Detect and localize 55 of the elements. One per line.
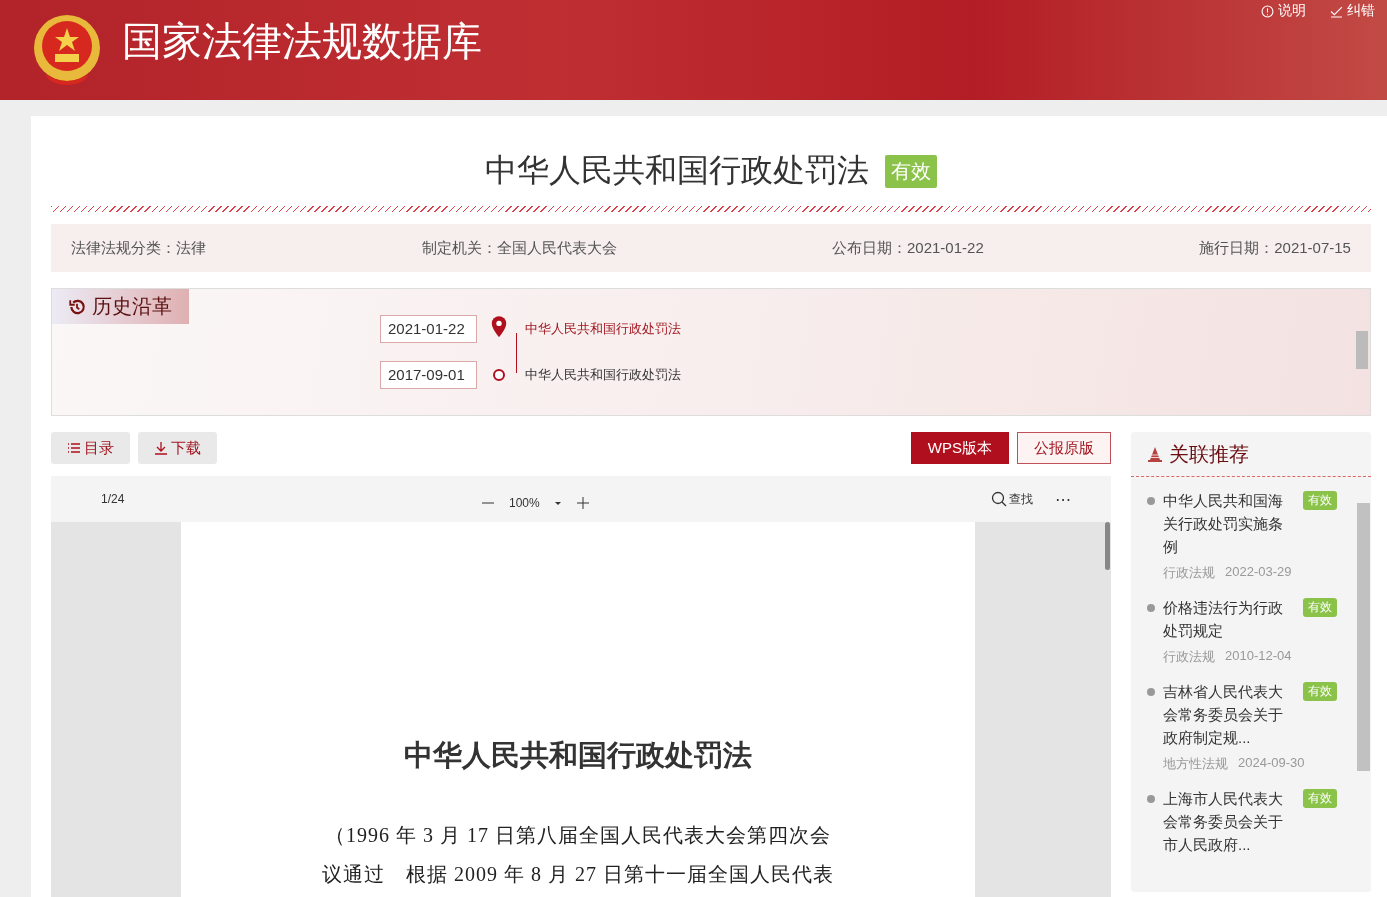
law-category: 行政法规 (1163, 564, 1215, 582)
info-icon (1261, 4, 1274, 18)
caret-icon[interactable] (553, 499, 562, 507)
related-link[interactable]: 上海市人民代表大会常务委员会关于市人民政府... (1163, 787, 1283, 856)
version-date: 2017-09-01 (380, 361, 477, 389)
emblem-icon (31, 12, 103, 88)
header-link[interactable]: 纠错 (1330, 2, 1375, 20)
header-link[interactable]: 说明 (1261, 2, 1306, 20)
zoom-value[interactable]: 100% (509, 496, 540, 510)
related-link[interactable]: 价格违法行为行政处罚规定 (1163, 596, 1283, 642)
scrollbar-thumb[interactable] (1105, 522, 1110, 570)
bullet-dot (1147, 604, 1155, 612)
document-text-line: （1996 年 3 月 17 日第八届全国人民代表大会第四次会 (325, 823, 831, 848)
status-badge: 有效 (885, 154, 937, 188)
site-title: 国家法律法规数据库 (122, 17, 482, 65)
find-button[interactable]: 查找 (991, 490, 1033, 508)
version-button[interactable]: WPS版本 (910, 432, 1009, 464)
publish-date: 2024-09-30 (1238, 755, 1305, 772)
publish-date: 2010-12-04 (1225, 648, 1292, 665)
bullet-dot (1147, 497, 1155, 505)
status-badge: 有效 (1303, 491, 1337, 510)
toolbar-button[interactable]: 目录 (51, 432, 130, 464)
related-heading: 关联推荐 (1169, 441, 1249, 467)
more-button[interactable]: ⋯ (1055, 489, 1071, 509)
search-icon (991, 491, 1007, 507)
toolbar-button[interactable]: 下载 (138, 432, 217, 464)
status-badge: 有效 (1303, 598, 1337, 617)
status-badge: 有效 (1303, 682, 1337, 701)
list-icon (67, 441, 81, 455)
document-text-line: 议通过 根据 2009 年 8 月 27 日第十一届全国人民代表 (322, 862, 834, 887)
zoom-in-icon[interactable] (575, 496, 590, 510)
version-link[interactable]: 中华人民共和国行政处罚法 (525, 320, 681, 338)
law-category: 行政法规 (1163, 648, 1215, 666)
publish-date: 2022-03-29 (1225, 564, 1292, 581)
related-link[interactable]: 吉林省人民代表大会常务委员会关于政府制定规... (1163, 680, 1283, 749)
meta-text: 公布日期：2021-01-22 (832, 238, 984, 258)
download-icon (154, 441, 168, 455)
meta-text: 法律法规分类：法律 (71, 238, 206, 258)
bullet-dot (1147, 795, 1155, 803)
check-pen-icon (1330, 4, 1343, 18)
related-link[interactable]: 中华人民共和国海关行政处罚实施条例 (1163, 489, 1283, 558)
bullet-dot (1147, 688, 1155, 696)
meta-text: 制定机关：全国人民代表大会 (421, 238, 617, 258)
version-link[interactable]: 中华人民共和国行政处罚法 (525, 366, 681, 384)
document-title: 中华人民共和国行政处罚法 (404, 737, 752, 774)
meta-text: 施行日期：2021-07-15 (1199, 238, 1351, 258)
history-icon (68, 297, 86, 316)
page-counter: 1/24 (101, 492, 126, 506)
version-date: 2021-01-22 (380, 315, 477, 343)
law-title: 中华人民共和国行政处罚法 (485, 151, 869, 190)
law-category: 地方性法规 (1163, 755, 1228, 773)
cone-icon (1147, 446, 1163, 462)
status-badge: 有效 (1303, 789, 1337, 808)
version-button[interactable]: 公报原版 (1017, 432, 1111, 464)
history-tab[interactable]: 历史沿革 (52, 289, 189, 324)
